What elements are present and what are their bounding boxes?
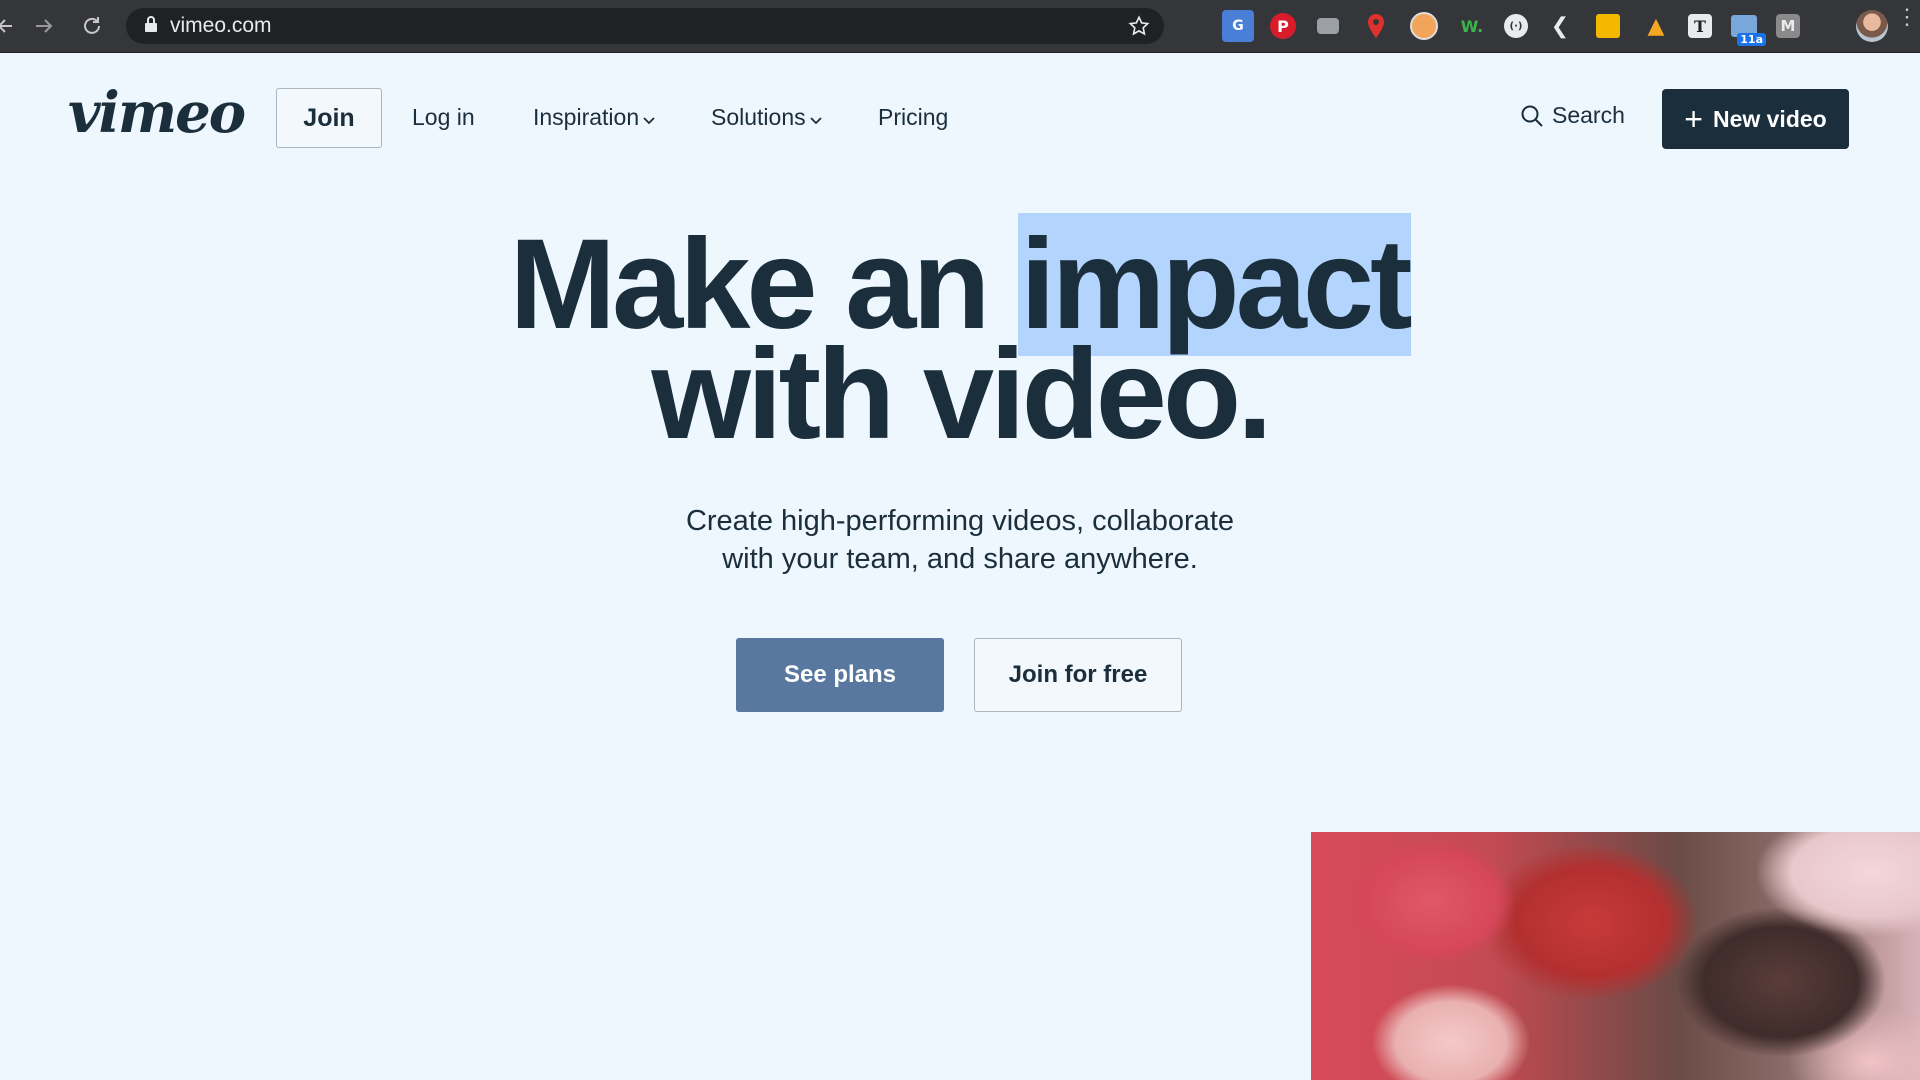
m-extension-icon[interactable]: M [1776,14,1800,38]
hero-subtitle-line1: Create high-performing videos, collabora… [685,505,1235,537]
plus-icon: + [1684,101,1703,137]
back-chevron-icon[interactable]: ❮ [1544,10,1576,42]
bookmark-star-icon[interactable] [1128,15,1150,42]
forward-icon[interactable] [24,6,64,46]
extensions-bar: G P W. (·) ❮ ▲ T 11a M [1222,10,1800,46]
yellow-extension-icon[interactable] [1592,10,1624,42]
search-icon [1521,105,1543,127]
inspiration-menu[interactable]: Inspiration [533,104,655,131]
pinterest-icon[interactable]: P [1270,13,1296,39]
calendar-extension-icon[interactable]: 11a [1728,10,1766,46]
hero-title-line2: with video. [651,323,1272,466]
hero-subtitle: Create high-performing videos, collabora… [560,502,1360,578]
new-video-button[interactable]: + New video [1662,89,1849,149]
chevron-down-icon [809,104,822,131]
google-translate-icon[interactable]: G [1222,10,1254,42]
hero-title: Make an impact with video. [380,213,1540,466]
back-icon[interactable] [0,6,26,46]
solutions-menu[interactable]: Solutions [711,104,822,131]
login-link[interactable]: Log in [412,104,475,131]
profile-avatar[interactable] [1856,10,1888,42]
image-extension-icon[interactable] [1408,10,1440,42]
hero-subtitle-line2: with your team, and share anywhere. [722,543,1198,575]
calendar-badge: 11a [1737,33,1766,46]
see-plans-button[interactable]: See plans [736,638,944,712]
address-bar[interactable]: vimeo.com [126,8,1164,44]
lock-icon [144,15,158,38]
login-label: Log in [412,104,475,130]
pricing-label: Pricing [878,104,949,130]
hero-flower-image [1311,832,1920,1080]
pricing-link[interactable]: Pricing [878,104,948,131]
browser-toolbar: vimeo.com G P W. (·) ❮ ▲ T 11a M ⋮ [0,0,1920,53]
circle-extension-icon[interactable]: (·) [1504,14,1528,38]
t-extension-icon[interactable]: T [1688,14,1712,38]
inspiration-label: Inspiration [533,104,640,130]
new-video-label: New video [1712,105,1827,132]
search-button[interactable]: Search [1520,102,1625,129]
solutions-label: Solutions [711,104,806,130]
w-extension-icon[interactable]: W. [1456,10,1488,42]
map-pin-icon[interactable] [1360,10,1392,42]
warning-triangle-icon[interactable]: ▲ [1640,10,1672,42]
join-for-free-button[interactable]: Join for free [974,638,1182,712]
grey-extension-icon[interactable] [1312,10,1344,42]
chevron-down-icon [643,104,655,131]
url-text: vimeo.com [170,14,272,37]
vimeo-logo[interactable]: vimeo [68,80,246,146]
reload-icon[interactable] [72,6,112,46]
join-button[interactable]: Join [276,88,382,148]
search-label: Search [1552,102,1625,128]
browser-menu-icon[interactable]: ⋮ [1896,6,1918,28]
